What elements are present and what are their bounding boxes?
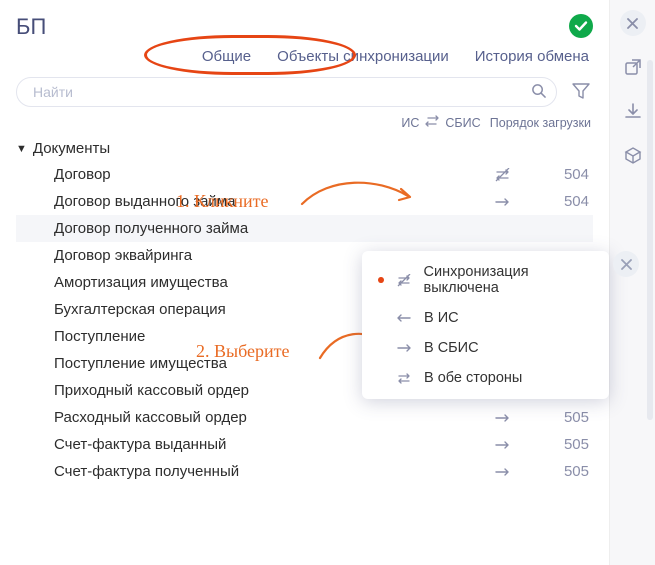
list-item[interactable]: Счет-фактура полученный 505 <box>16 458 593 485</box>
row-sync-icon[interactable] <box>473 409 533 426</box>
group-documents[interactable]: ▼ Документы <box>16 136 593 161</box>
sync-popup: Синхронизация выключена В ИС В СБИС <box>362 251 609 399</box>
group-label: Документы <box>33 140 110 157</box>
tab-general[interactable]: Общие <box>202 48 251 65</box>
list-item[interactable]: Расходный кассовый ордер 505 <box>16 404 593 431</box>
popup-label: В СБИС <box>424 340 479 356</box>
main-panel: БП Общие Объекты синхронизации История о… <box>0 0 609 565</box>
row-sync-icon[interactable] <box>473 463 533 480</box>
list-item[interactable]: Счет-фактура выданный 505 <box>16 431 593 458</box>
tab-sync-objects[interactable]: Объекты синхронизации <box>277 48 449 65</box>
sync-off-icon <box>396 274 412 287</box>
list-item[interactable]: Договор 504 <box>16 161 593 188</box>
columns-header: ИС СБИС Порядок загрузки <box>16 115 593 130</box>
row-order-number: 504 <box>533 166 593 183</box>
row-label: Счет-фактура полученный <box>54 463 473 480</box>
row-sync-icon[interactable] <box>473 436 533 453</box>
popup-item-to-is[interactable]: В ИС <box>362 303 609 333</box>
page-title: БП <box>16 10 46 42</box>
row-label: Счет-фактура выданный <box>54 436 473 453</box>
status-ok-icon <box>569 14 593 38</box>
download-icon[interactable] <box>620 98 646 124</box>
row-order-number: 505 <box>533 463 593 480</box>
row-label: Договор выданного займа <box>54 193 473 210</box>
col-is: ИС <box>401 116 419 130</box>
row-sync-icon[interactable] <box>473 193 533 210</box>
tabs: Общие Объекты синхронизации История обме… <box>16 48 593 65</box>
filter-icon[interactable] <box>569 82 593 103</box>
both-arrows-icon <box>425 115 439 130</box>
popup-item-both[interactable]: В обе стороны <box>362 363 609 393</box>
arrow-right-icon <box>396 343 412 353</box>
row-label: Расходный кассовый ордер <box>54 409 473 426</box>
search-input[interactable] <box>31 83 531 101</box>
tab-history[interactable]: История обмена <box>475 48 589 65</box>
arrow-left-icon <box>396 313 412 323</box>
row-label: Договор <box>54 166 473 183</box>
popout-icon[interactable] <box>620 54 646 80</box>
popup-close-button[interactable] <box>613 251 639 277</box>
row-order-number: 505 <box>533 409 593 426</box>
both-arrows-icon <box>396 372 412 385</box>
row-sync-icon[interactable] <box>473 166 533 183</box>
row-order-number: 505 <box>533 436 593 453</box>
popup-label: В обе стороны <box>424 370 522 386</box>
row-order-number: 504 <box>533 193 593 210</box>
col-order[interactable]: Порядок загрузки <box>471 116 591 130</box>
close-button[interactable] <box>620 10 646 36</box>
popup-label: Синхронизация выключена <box>424 264 593 296</box>
scrollbar[interactable] <box>647 60 653 420</box>
popup-label: В ИС <box>424 310 459 326</box>
list-item[interactable]: Договор выданного займа 504 <box>16 188 593 215</box>
popup-item-off[interactable]: Синхронизация выключена <box>362 257 609 303</box>
popup-item-to-sbis[interactable]: В СБИС <box>362 333 609 363</box>
side-toolbar <box>609 0 655 565</box>
search-icon[interactable] <box>531 83 546 101</box>
list-item[interactable]: Договор полученного займа <box>16 215 593 242</box>
caret-down-icon: ▼ <box>16 143 27 155</box>
search-box <box>16 77 557 107</box>
package-icon[interactable] <box>620 142 646 168</box>
row-label: Договор полученного займа <box>54 220 473 237</box>
